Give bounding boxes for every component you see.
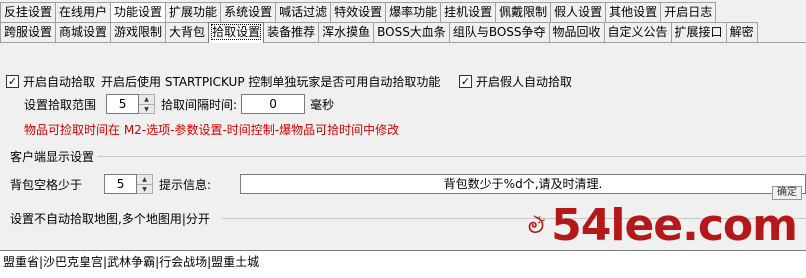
watermark-text: 54lee.com	[551, 199, 798, 251]
tab-extension-interface[interactable]: 扩展接口	[670, 22, 727, 42]
tab-online-users[interactable]: 在线用户	[55, 2, 112, 22]
dragon-logo-icon	[528, 215, 545, 234]
tab-boss-health-bar[interactable]: BOSS大血条	[373, 22, 450, 42]
bag-space-arrows[interactable]: ▲ ▼	[137, 174, 154, 194]
spin-down-icon[interactable]: ▼	[139, 104, 155, 114]
tab-pickup-settings[interactable]: 拾取设置	[208, 22, 265, 43]
side-button[interactable]: 确定	[772, 186, 802, 200]
tab-drop-rate[interactable]: 爆率功能	[385, 2, 442, 22]
tab-decrypt[interactable]: 解密	[725, 22, 758, 42]
client-display-group-title: 客户端显示设置	[10, 150, 95, 164]
bag-space-label: 背包空格少于	[10, 177, 83, 192]
tab-fish-in-troubled-water[interactable]: 浑水摸鱼	[318, 22, 375, 42]
tab-shout-filter[interactable]: 喊话过滤	[275, 2, 332, 22]
tab-equipment-recommend[interactable]: 装备推荐	[263, 22, 320, 42]
pickup-range-spinner[interactable]: 5 ▲ ▼	[106, 94, 156, 114]
no-pickup-maps-value: 盟重省|沙巴克皇宫|武林争霸|行会战场|盟重土城	[3, 255, 260, 269]
pickup-time-note: 物品可捡取时间在 M2-选项-参数设置-时间控制-爆物品可拾时间中修改	[24, 123, 400, 137]
tab-extended-functions[interactable]: 扩展功能	[165, 2, 222, 22]
tab-system-settings[interactable]: 系统设置	[220, 2, 277, 22]
tab-custom-announcement[interactable]: 自定义公告	[603, 22, 672, 42]
client-display-group-line	[98, 156, 806, 157]
fake-pickup-row: ✓ 开启假人自动拾取	[459, 73, 572, 90]
tip-message-label: 提示信息:	[159, 177, 212, 192]
auto-pickup-label: 开启自动拾取	[23, 75, 96, 89]
no-pickup-maps-group-title: 设置不自动拾取地图,多个地图用|分开	[10, 212, 210, 226]
fake-player-pickup-label: 开启假人自动拾取	[476, 75, 573, 89]
auto-pickup-hint: 开启后使用 STARTPICKUP 控制单独玩家是否可用自动拾取功能	[101, 75, 441, 89]
tab-shop-settings[interactable]: 商城设置	[55, 22, 112, 42]
tab-afk-settings[interactable]: 挂机设置	[440, 2, 497, 22]
auto-pickup-row: ✓ 开启自动拾取 开启后使用 STARTPICKUP 控制单独玩家是否可用自动拾…	[6, 73, 440, 90]
range-interval-row: 设置拾取范围 5 ▲ ▼ 拾取间隔时间: 0 毫秒	[24, 94, 334, 114]
tab-function-settings[interactable]: 功能设置	[110, 2, 167, 22]
tab-wear-limits[interactable]: 佩戴限制	[495, 2, 552, 22]
spin-up-icon[interactable]: ▲	[137, 175, 152, 184]
pickup-range-label: 设置拾取范围	[24, 97, 97, 112]
pickup-interval-label: 拾取间隔时间:	[161, 97, 238, 112]
tab-team-boss-contest[interactable]: 组队与BOSS争夺	[448, 22, 550, 42]
tab-effects-settings[interactable]: 特效设置	[330, 2, 387, 22]
tab-big-bag[interactable]: 大背包	[165, 22, 210, 42]
bag-space-input[interactable]: 5	[104, 174, 138, 194]
tip-message-input[interactable]: 背包数少于%d个,请及时清理.	[240, 174, 806, 194]
tab-row-1: 反挂设置 在线用户 功能设置 扩展功能 系统设置 喊话过滤 特效设置 爆率功能 …	[0, 2, 717, 23]
tab-cross-server[interactable]: 跨服设置	[0, 22, 57, 42]
tab-game-limits[interactable]: 游戏限制	[110, 22, 167, 42]
tab-fake-player-settings[interactable]: 假人设置	[550, 2, 607, 22]
tab-pickup-settings-label: 拾取设置	[211, 24, 262, 40]
pickup-interval-unit: 毫秒	[310, 97, 335, 112]
bag-space-row: 背包空格少于 5 ▲ ▼ 提示信息:	[10, 174, 211, 194]
pickup-interval-input[interactable]: 0	[241, 94, 306, 114]
auto-pickup-checkbox[interactable]: ✓	[6, 75, 19, 88]
tab-anti-hack[interactable]: 反挂设置	[0, 2, 57, 22]
spin-up-icon[interactable]: ▲	[139, 95, 154, 104]
tab-item-recycle[interactable]: 物品回收	[548, 22, 605, 42]
bag-space-spinner[interactable]: 5 ▲ ▼	[104, 174, 154, 194]
watermark: 54lee.com	[527, 194, 798, 256]
tab-other-settings[interactable]: 其他设置	[605, 2, 662, 22]
tab-enable-log[interactable]: 开启日志	[660, 2, 717, 22]
tab-row-2: 跨服设置 商城设置 游戏限制 大背包 拾取设置 装备推荐 浑水摸鱼 BOSS大血…	[0, 22, 758, 43]
pickup-range-arrows[interactable]: ▲ ▼	[139, 94, 156, 114]
spin-down-icon[interactable]: ▼	[137, 184, 153, 194]
pickup-range-input[interactable]: 5	[106, 94, 140, 114]
fake-player-pickup-checkbox[interactable]: ✓	[459, 75, 472, 88]
